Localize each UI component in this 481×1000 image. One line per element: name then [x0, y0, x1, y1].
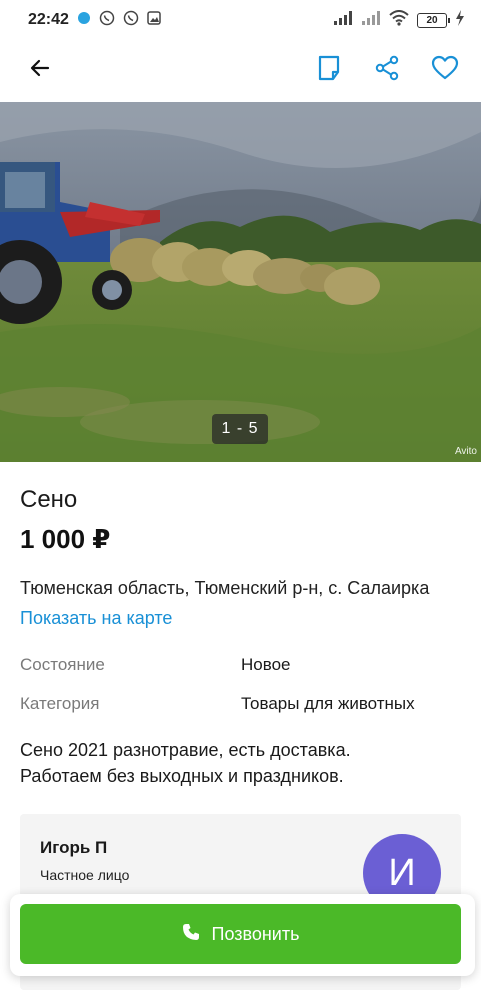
favorite-button[interactable] [425, 50, 465, 90]
param-row-category: Категория Товары для животных [20, 694, 461, 714]
charging-icon [455, 10, 465, 30]
listing-description: Сено 2021 разнотравие, есть доставка. Ра… [20, 740, 351, 786]
battery-icon: 20 [417, 12, 450, 28]
param-name: Состояние [20, 655, 105, 674]
share-icon [374, 55, 400, 86]
param-value: Новое [241, 655, 291, 674]
seller-type: Частное лицо [40, 867, 130, 883]
status-bar: 22:42 20 [0, 0, 481, 40]
note-button[interactable] [309, 50, 349, 90]
viber-icon [99, 10, 115, 30]
param-row-condition: Состояние Новое [20, 655, 461, 675]
hay-field-photo [0, 102, 481, 462]
status-time: 22:42 [28, 11, 69, 28]
telegram-icon [77, 11, 91, 29]
share-button[interactable] [367, 50, 407, 90]
wifi-icon [389, 10, 409, 30]
note-icon [318, 55, 340, 86]
favorite-heart-icon [431, 55, 459, 86]
viber-icon-2 [123, 10, 139, 30]
photo-counter: 1 - 5 [212, 414, 268, 444]
photo-gallery[interactable] [0, 102, 481, 462]
call-button-label: Позвонить [211, 923, 300, 944]
param-value: Товары для животных [241, 694, 415, 713]
listing-address: Тюменская область, Тюменский р-н, с. Сал… [20, 578, 430, 598]
call-button[interactable]: Позвонить [20, 904, 461, 964]
show-on-map-link[interactable]: Показать на карте [20, 608, 172, 629]
phone-icon [182, 923, 200, 946]
back-arrow-icon [28, 56, 52, 85]
avito-watermark: Avito [454, 446, 477, 457]
listing-title: Сено [20, 486, 78, 513]
param-name: Категория [20, 694, 100, 713]
signal-icon [333, 11, 353, 29]
back-button[interactable] [20, 50, 60, 90]
call-panel: Позвонить [10, 894, 475, 976]
signal-icon-2 [361, 11, 381, 29]
image-icon [147, 11, 161, 29]
app-bar [0, 40, 481, 100]
listing-price: 1 000 ₽ [20, 524, 111, 554]
seller-name[interactable]: Игорь П [40, 838, 107, 858]
